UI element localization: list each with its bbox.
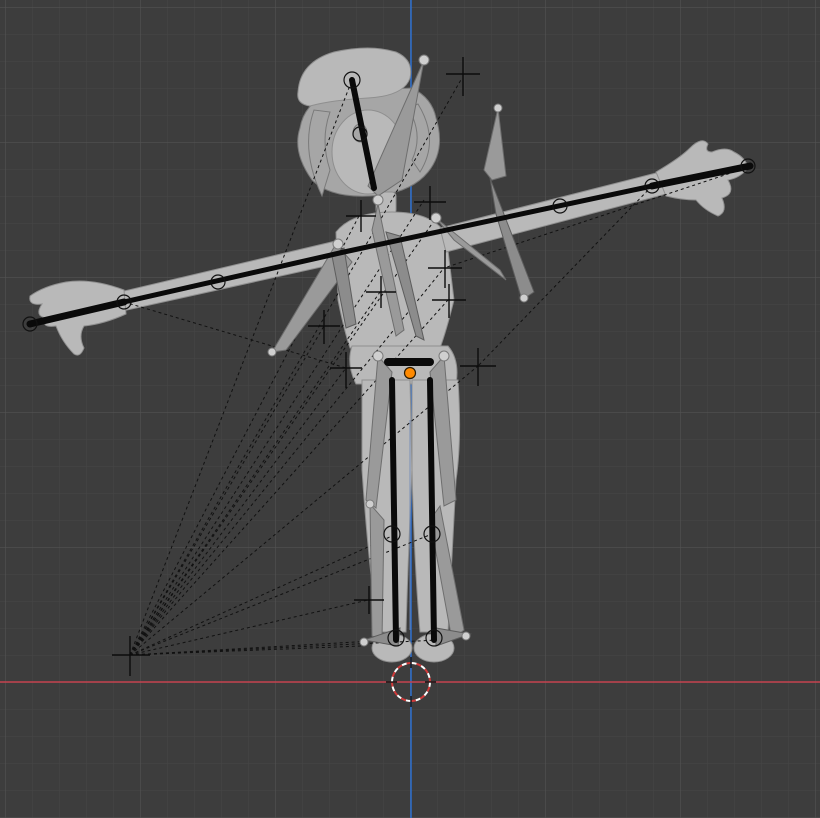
viewport-canvas[interactable] xyxy=(0,0,820,818)
origin-dot-icon[interactable] xyxy=(403,366,417,380)
3d-viewport[interactable] xyxy=(0,0,820,818)
